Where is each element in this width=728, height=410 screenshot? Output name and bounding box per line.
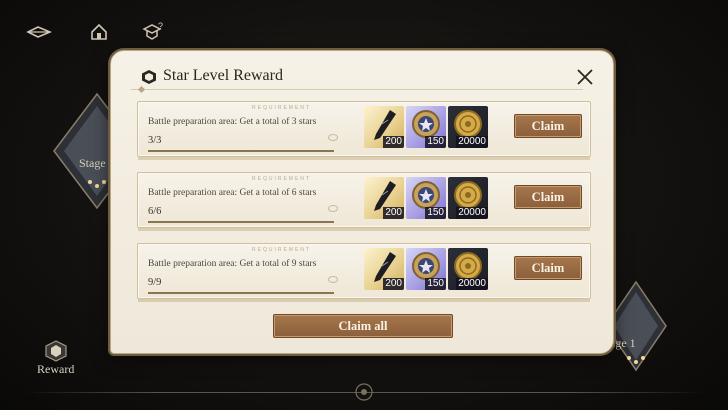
task-row: REQUIREMENT Battle preparation area: Get… (137, 101, 591, 160)
item-quantity: 20000 (456, 278, 488, 290)
help-icon[interactable]: ? (138, 18, 168, 46)
claim-all-button[interactable]: Claim all (273, 314, 453, 338)
home-icon[interactable] (84, 18, 114, 46)
reward-box-icon (45, 340, 67, 362)
item-quantity: 150 (425, 278, 446, 290)
close-button[interactable] (575, 67, 595, 87)
reward-item-quill[interactable]: 200 (364, 106, 404, 148)
item-quantity: 20000 (456, 136, 488, 148)
reward-item-quill[interactable]: 200 (364, 248, 404, 290)
dialog-header: Star Level Reward (111, 51, 613, 97)
eye-icon (328, 134, 338, 141)
item-quantity: 200 (383, 207, 404, 219)
item-quantity: 20000 (456, 207, 488, 219)
reward-item-medal[interactable]: 150 (406, 248, 446, 290)
requirement-tag: REQUIREMENT (252, 105, 311, 111)
task-progress: 6/6 (148, 206, 162, 217)
reward-item-coin[interactable]: 20000 (448, 248, 488, 290)
emblem-icon (354, 382, 374, 402)
item-quantity: 200 (383, 136, 404, 148)
svg-text:?: ? (158, 21, 163, 31)
task-description: Battle preparation area: Get a total of … (148, 259, 317, 269)
requirement-tag: REQUIREMENT (252, 176, 311, 182)
progress-bar (148, 221, 334, 223)
task-row: REQUIREMENT Battle preparation area: Get… (137, 243, 591, 302)
dialog-title: Star Level Reward (163, 67, 283, 84)
progress-fill (148, 150, 334, 152)
reward-item-medal[interactable]: 150 (406, 177, 446, 219)
claim-button[interactable]: Claim (514, 114, 582, 138)
cube-icon (141, 69, 157, 85)
eye-icon (328, 276, 338, 283)
progress-bar (148, 150, 334, 152)
progress-fill (148, 221, 334, 223)
item-quantity: 150 (425, 136, 446, 148)
progress-bar (148, 292, 334, 294)
claim-button[interactable]: Claim (514, 256, 582, 280)
reward-item-coin[interactable]: 20000 (448, 177, 488, 219)
close-icon (577, 69, 593, 85)
item-quantity: 150 (425, 207, 446, 219)
task-description: Battle preparation area: Get a total of … (148, 117, 317, 127)
stage-left-label: Stage (79, 156, 106, 170)
star-level-reward-dialog: Star Level Reward REQUIREMENT Battle pre… (110, 50, 614, 354)
header-divider (131, 89, 583, 90)
progress-fill (148, 292, 334, 294)
task-progress: 3/3 (148, 135, 162, 146)
back-arrow-icon[interactable] (24, 18, 54, 46)
reward-button[interactable]: Reward (34, 340, 80, 380)
task-row: REQUIREMENT Battle preparation area: Get… (137, 172, 591, 231)
claim-button[interactable]: Claim (514, 185, 582, 209)
item-quantity: 200 (383, 278, 404, 290)
reward-label: Reward (37, 362, 75, 376)
task-description: Battle preparation area: Get a total of … (148, 188, 317, 198)
task-progress: 9/9 (148, 277, 162, 288)
eye-icon (328, 205, 338, 212)
requirement-tag: REQUIREMENT (252, 247, 311, 253)
reward-item-medal[interactable]: 150 (406, 106, 446, 148)
reward-item-quill[interactable]: 200 (364, 177, 404, 219)
reward-item-coin[interactable]: 20000 (448, 106, 488, 148)
